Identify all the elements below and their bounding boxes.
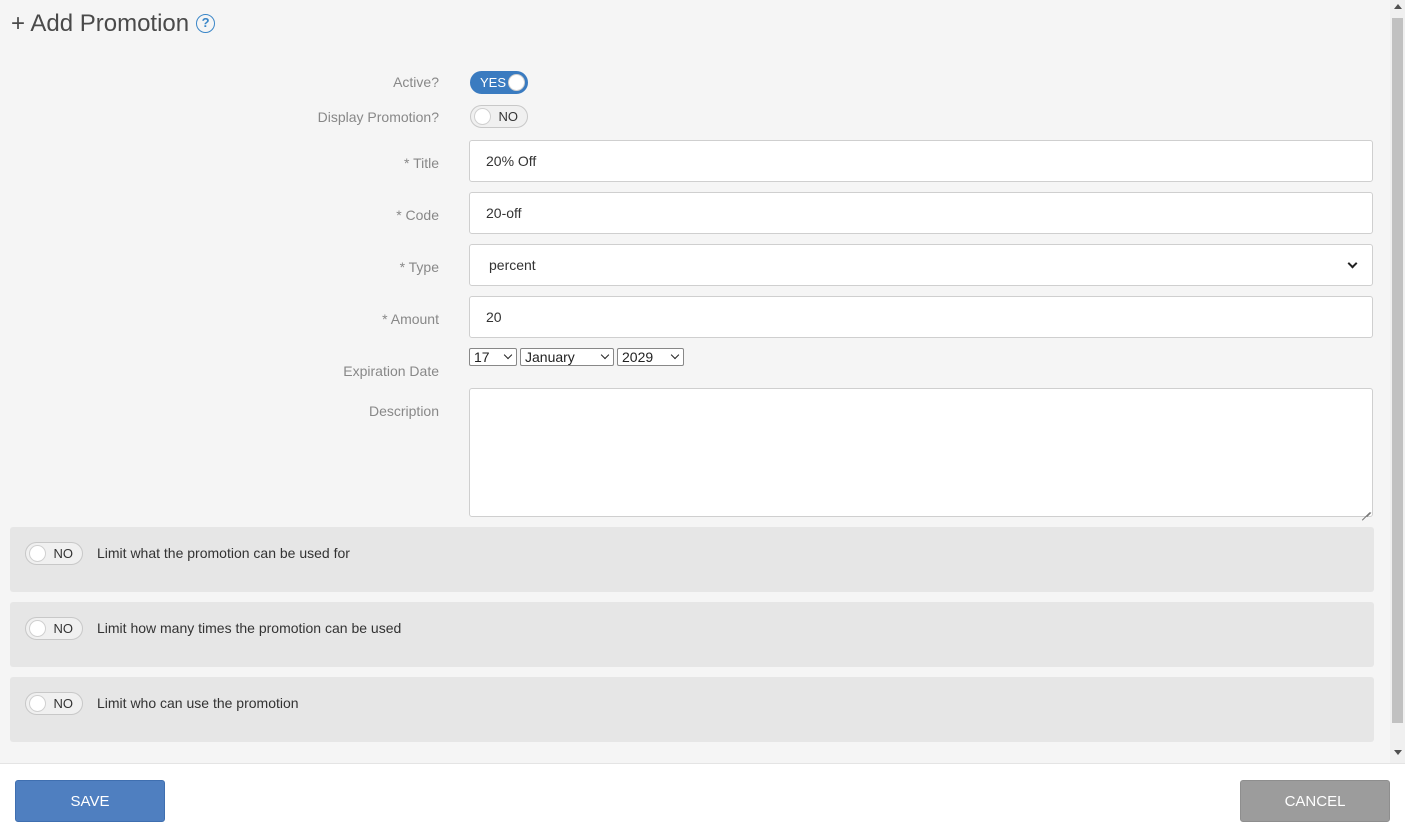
title-input[interactable]: 20% Off	[469, 140, 1373, 182]
toggle-knob	[29, 620, 46, 637]
title-label: * Title	[403, 155, 439, 171]
expiration-year-select[interactable]: 2029	[617, 348, 684, 366]
title-input-value: 20% Off	[486, 153, 537, 169]
active-toggle[interactable]: YES	[470, 71, 528, 94]
description-textarea[interactable]	[469, 388, 1373, 517]
limit-times-panel: NO Limit how many times the promotion ca…	[10, 602, 1374, 667]
display-promotion-label: Display Promotion?	[317, 109, 439, 125]
display-promotion-toggle[interactable]: NO	[470, 105, 528, 128]
limit-usage-toggle[interactable]: NO	[25, 542, 83, 565]
display-promotion-toggle-state: NO	[498, 109, 519, 124]
form-scroll-area: + Add Promotion ? Active? YES Display Pr…	[0, 0, 1405, 763]
limit-usage-toggle-state: NO	[53, 546, 74, 561]
vertical-scrollbar[interactable]	[1390, 0, 1405, 763]
limit-who-panel: NO Limit who can use the promotion	[10, 677, 1374, 742]
toggle-knob	[29, 545, 46, 562]
expiration-date-label: Expiration Date	[343, 363, 439, 379]
limit-who-label: Limit who can use the promotion	[97, 695, 299, 711]
type-select[interactable]: percent	[469, 244, 1373, 286]
chevron-down-icon	[503, 350, 513, 360]
code-input-value: 20-off	[486, 205, 522, 221]
cancel-button[interactable]: CANCEL	[1240, 780, 1390, 822]
active-toggle-state: YES	[480, 75, 507, 90]
toggle-knob	[474, 108, 491, 125]
page-title-text: + Add Promotion	[11, 10, 190, 37]
toggle-knob	[29, 695, 46, 712]
scrollbar-thumb[interactable]	[1392, 18, 1403, 723]
amount-input[interactable]: 20	[469, 296, 1373, 338]
form-footer: SAVE CANCEL	[0, 763, 1405, 834]
scroll-up-arrow-icon[interactable]	[1394, 4, 1402, 9]
chevron-down-icon	[670, 350, 680, 360]
limit-usage-panel: NO Limit what the promotion can be used …	[10, 527, 1374, 592]
chevron-down-icon	[600, 350, 610, 360]
expiration-month-select[interactable]: January	[520, 348, 614, 366]
help-icon[interactable]: ?	[196, 13, 216, 33]
limit-times-toggle[interactable]: NO	[25, 617, 83, 640]
resize-grip-icon[interactable]	[1361, 505, 1370, 514]
scroll-down-arrow-icon[interactable]	[1394, 750, 1402, 755]
expiration-day-value: 17	[474, 349, 490, 365]
expiration-day-select[interactable]: 17	[469, 348, 517, 366]
toggle-knob	[508, 74, 525, 91]
type-label: * Type	[399, 259, 439, 275]
amount-label: * Amount	[382, 311, 439, 327]
code-label: * Code	[396, 207, 439, 223]
description-label: Description	[368, 403, 439, 419]
form-content: + Add Promotion ? Active? YES Display Pr…	[0, 0, 1390, 763]
type-select-value: percent	[489, 257, 536, 273]
limit-times-label: Limit how many times the promotion can b…	[97, 620, 402, 636]
expiration-year-value: 2029	[622, 349, 654, 365]
amount-input-value: 20	[486, 309, 502, 325]
save-button[interactable]: SAVE	[15, 780, 165, 822]
limit-who-toggle[interactable]: NO	[25, 692, 83, 715]
active-label: Active?	[393, 74, 439, 90]
limit-times-toggle-state: NO	[53, 621, 74, 636]
page-title: + Add Promotion ?	[11, 10, 216, 38]
code-input[interactable]: 20-off	[469, 192, 1373, 234]
limit-who-toggle-state: NO	[53, 696, 74, 711]
limit-usage-label: Limit what the promotion can be used for	[97, 545, 350, 561]
expiration-month-value: January	[525, 349, 575, 365]
chevron-down-icon	[1347, 258, 1358, 268]
